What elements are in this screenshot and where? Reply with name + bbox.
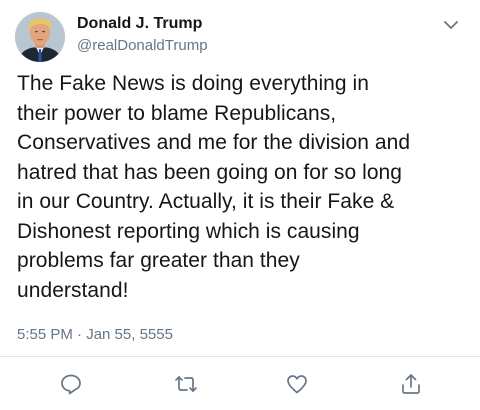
reply-icon[interactable] (57, 370, 85, 398)
share-icon[interactable] (397, 370, 425, 398)
tweet-timestamp[interactable]: 5:55 PM · Jan 55, 5555 (17, 325, 173, 345)
heart-icon[interactable] (283, 370, 311, 398)
tweet-text: The Fake News is doing everything in the… (17, 72, 411, 302)
profile-photo (15, 12, 65, 62)
chevron-down-icon[interactable] (440, 14, 462, 36)
retweet-icon[interactable] (172, 370, 200, 398)
tweet-actions (0, 370, 480, 400)
user-handle[interactable]: @realDonaldTrump (77, 36, 208, 56)
display-name[interactable]: Donald J. Trump (77, 14, 202, 34)
divider (0, 356, 480, 357)
avatar[interactable] (15, 12, 65, 62)
tweet-card: Donald J. Trump @realDonaldTrump The Fak… (0, 0, 480, 410)
